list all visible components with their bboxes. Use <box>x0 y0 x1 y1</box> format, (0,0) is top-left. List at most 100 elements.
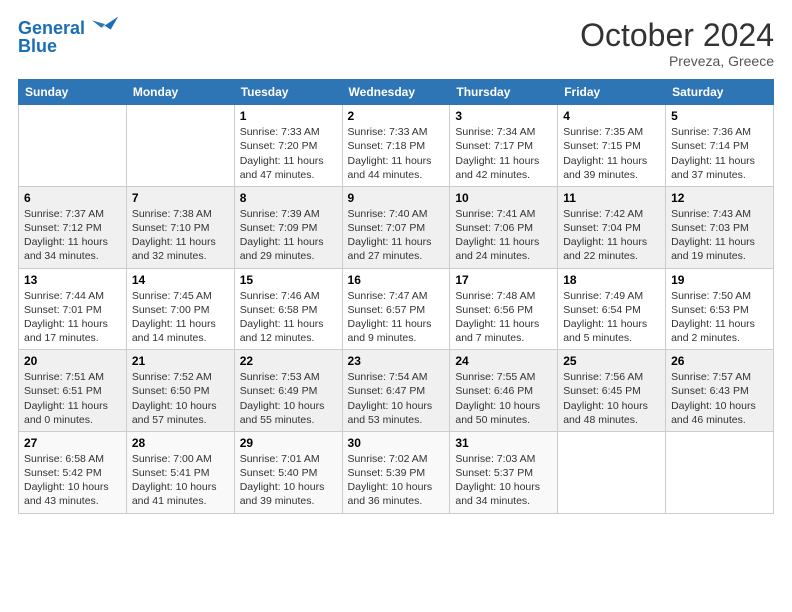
day-info: Sunrise: 7:44 AMSunset: 7:01 PMDaylight:… <box>24 289 121 346</box>
day-number: 11 <box>563 191 660 205</box>
day-number: 12 <box>671 191 768 205</box>
calendar-cell: 15 Sunrise: 7:46 AMSunset: 6:58 PMDayligh… <box>234 268 342 350</box>
day-info: Sunrise: 7:53 AMSunset: 6:49 PMDaylight:… <box>240 370 337 427</box>
day-info: Sunrise: 7:34 AMSunset: 7:17 PMDaylight:… <box>455 125 552 182</box>
calendar-cell: 2 Sunrise: 7:33 AMSunset: 7:18 PMDaylight… <box>342 105 450 187</box>
day-info: Sunrise: 7:57 AMSunset: 6:43 PMDaylight:… <box>671 370 768 427</box>
day-number: 29 <box>240 436 337 450</box>
day-number: 31 <box>455 436 552 450</box>
week-row-5: 27Sunrise: 6:58 AMSunset: 5:42 PMDayligh… <box>19 431 774 513</box>
weekday-header-sunday: Sunday <box>19 80 127 105</box>
page: General Blue October 2024 Preveza, Greec… <box>0 0 792 612</box>
day-number: 15 <box>240 273 337 287</box>
calendar-table: SundayMondayTuesdayWednesdayThursdayFrid… <box>18 79 774 513</box>
calendar-cell: 30Sunrise: 7:02 AMSunset: 5:39 PMDayligh… <box>342 431 450 513</box>
calendar-cell: 26 Sunrise: 7:57 AMSunset: 6:43 PMDayligh… <box>666 350 774 432</box>
day-number: 19 <box>671 273 768 287</box>
day-info: Sunrise: 7:39 AMSunset: 7:09 PMDaylight:… <box>240 207 337 264</box>
day-number: 17 <box>455 273 552 287</box>
week-row-4: 20 Sunrise: 7:51 AMSunset: 6:51 PMDayligh… <box>19 350 774 432</box>
calendar-cell: 17 Sunrise: 7:48 AMSunset: 6:56 PMDayligh… <box>450 268 558 350</box>
logo-general: General <box>18 18 85 38</box>
day-info: Sunrise: 7:49 AMSunset: 6:54 PMDaylight:… <box>563 289 660 346</box>
calendar-cell <box>19 105 127 187</box>
day-number: 1 <box>240 109 337 123</box>
calendar-cell: 16Sunrise: 7:47 AMSunset: 6:57 PMDayligh… <box>342 268 450 350</box>
day-info: Sunrise: 7:41 AMSunset: 7:06 PMDaylight:… <box>455 207 552 264</box>
day-info: Sunrise: 7:43 AMSunset: 7:03 PMDaylight:… <box>671 207 768 264</box>
weekday-header-thursday: Thursday <box>450 80 558 105</box>
calendar-cell: 7Sunrise: 7:38 AMSunset: 7:10 PMDaylight… <box>126 186 234 268</box>
calendar-cell: 25Sunrise: 7:56 AMSunset: 6:45 PMDayligh… <box>558 350 666 432</box>
calendar-cell: 28 Sunrise: 7:00 AMSunset: 5:41 PMDayligh… <box>126 431 234 513</box>
day-info: Sunrise: 7:36 AMSunset: 7:14 PMDaylight:… <box>671 125 768 182</box>
calendar-cell <box>558 431 666 513</box>
header: General Blue October 2024 Preveza, Greec… <box>18 18 774 69</box>
title-block: October 2024 Preveza, Greece <box>580 18 774 69</box>
calendar-cell <box>666 431 774 513</box>
week-row-2: 6 Sunrise: 7:37 AMSunset: 7:12 PMDaylight… <box>19 186 774 268</box>
calendar-cell: 21Sunrise: 7:52 AMSunset: 6:50 PMDayligh… <box>126 350 234 432</box>
calendar-cell: 6 Sunrise: 7:37 AMSunset: 7:12 PMDaylight… <box>19 186 127 268</box>
day-info: Sunrise: 7:50 AMSunset: 6:53 PMDaylight:… <box>671 289 768 346</box>
calendar-cell <box>126 105 234 187</box>
weekday-header-tuesday: Tuesday <box>234 80 342 105</box>
calendar-cell: 29Sunrise: 7:01 AMSunset: 5:40 PMDayligh… <box>234 431 342 513</box>
day-number: 18 <box>563 273 660 287</box>
logo: General Blue <box>18 18 120 55</box>
day-number: 9 <box>348 191 445 205</box>
calendar-cell: 1 Sunrise: 7:33 AMSunset: 7:20 PMDaylight… <box>234 105 342 187</box>
day-info: Sunrise: 7:38 AMSunset: 7:10 PMDaylight:… <box>132 207 229 264</box>
calendar-cell: 22 Sunrise: 7:53 AMSunset: 6:49 PMDayligh… <box>234 350 342 432</box>
day-info: Sunrise: 7:40 AMSunset: 7:07 PMDaylight:… <box>348 207 445 264</box>
calendar-cell: 23Sunrise: 7:54 AMSunset: 6:47 PMDayligh… <box>342 350 450 432</box>
day-info: Sunrise: 7:46 AMSunset: 6:58 PMDaylight:… <box>240 289 337 346</box>
day-info: Sunrise: 7:51 AMSunset: 6:51 PMDaylight:… <box>24 370 121 427</box>
calendar-cell: 31 Sunrise: 7:03 AMSunset: 5:37 PMDayligh… <box>450 431 558 513</box>
day-number: 30 <box>348 436 445 450</box>
calendar-cell: 14Sunrise: 7:45 AMSunset: 7:00 PMDayligh… <box>126 268 234 350</box>
day-info: Sunrise: 7:45 AMSunset: 7:00 PMDaylight:… <box>132 289 229 346</box>
calendar-cell: 18 Sunrise: 7:49 AMSunset: 6:54 PMDayligh… <box>558 268 666 350</box>
calendar-cell: 8 Sunrise: 7:39 AMSunset: 7:09 PMDaylight… <box>234 186 342 268</box>
day-info: Sunrise: 7:00 AMSunset: 5:41 PMDaylight:… <box>132 452 229 509</box>
day-number: 24 <box>455 354 552 368</box>
day-info: Sunrise: 7:47 AMSunset: 6:57 PMDaylight:… <box>348 289 445 346</box>
day-info: Sunrise: 7:55 AMSunset: 6:46 PMDaylight:… <box>455 370 552 427</box>
day-info: Sunrise: 7:54 AMSunset: 6:47 PMDaylight:… <box>348 370 445 427</box>
weekday-header-row: SundayMondayTuesdayWednesdayThursdayFrid… <box>19 80 774 105</box>
day-number: 6 <box>24 191 121 205</box>
day-number: 5 <box>671 109 768 123</box>
calendar-cell: 24 Sunrise: 7:55 AMSunset: 6:46 PMDayligh… <box>450 350 558 432</box>
day-number: 28 <box>132 436 229 450</box>
day-number: 20 <box>24 354 121 368</box>
month-title: October 2024 <box>580 18 774 53</box>
day-number: 27 <box>24 436 121 450</box>
day-info: Sunrise: 7:03 AMSunset: 5:37 PMDaylight:… <box>455 452 552 509</box>
day-info: Sunrise: 7:35 AMSunset: 7:15 PMDaylight:… <box>563 125 660 182</box>
logo-bird-icon <box>92 11 120 39</box>
weekday-header-friday: Friday <box>558 80 666 105</box>
day-number: 10 <box>455 191 552 205</box>
day-number: 2 <box>348 109 445 123</box>
day-info: Sunrise: 7:37 AMSunset: 7:12 PMDaylight:… <box>24 207 121 264</box>
day-number: 26 <box>671 354 768 368</box>
day-number: 8 <box>240 191 337 205</box>
day-info: Sunrise: 7:48 AMSunset: 6:56 PMDaylight:… <box>455 289 552 346</box>
day-info: Sunrise: 7:33 AMSunset: 7:20 PMDaylight:… <box>240 125 337 182</box>
day-info: Sunrise: 7:33 AMSunset: 7:18 PMDaylight:… <box>348 125 445 182</box>
weekday-header-monday: Monday <box>126 80 234 105</box>
calendar-cell: 4Sunrise: 7:35 AMSunset: 7:15 PMDaylight… <box>558 105 666 187</box>
day-number: 21 <box>132 354 229 368</box>
location-subtitle: Preveza, Greece <box>580 53 774 69</box>
day-number: 25 <box>563 354 660 368</box>
calendar-cell: 13Sunrise: 7:44 AMSunset: 7:01 PMDayligh… <box>19 268 127 350</box>
calendar-cell: 11 Sunrise: 7:42 AMSunset: 7:04 PMDayligh… <box>558 186 666 268</box>
calendar-cell: 27Sunrise: 6:58 AMSunset: 5:42 PMDayligh… <box>19 431 127 513</box>
day-info: Sunrise: 7:42 AMSunset: 7:04 PMDaylight:… <box>563 207 660 264</box>
weekday-header-wednesday: Wednesday <box>342 80 450 105</box>
calendar-cell: 5 Sunrise: 7:36 AMSunset: 7:14 PMDaylight… <box>666 105 774 187</box>
calendar-cell: 3Sunrise: 7:34 AMSunset: 7:17 PMDaylight… <box>450 105 558 187</box>
day-number: 22 <box>240 354 337 368</box>
calendar-cell: 20 Sunrise: 7:51 AMSunset: 6:51 PMDayligh… <box>19 350 127 432</box>
